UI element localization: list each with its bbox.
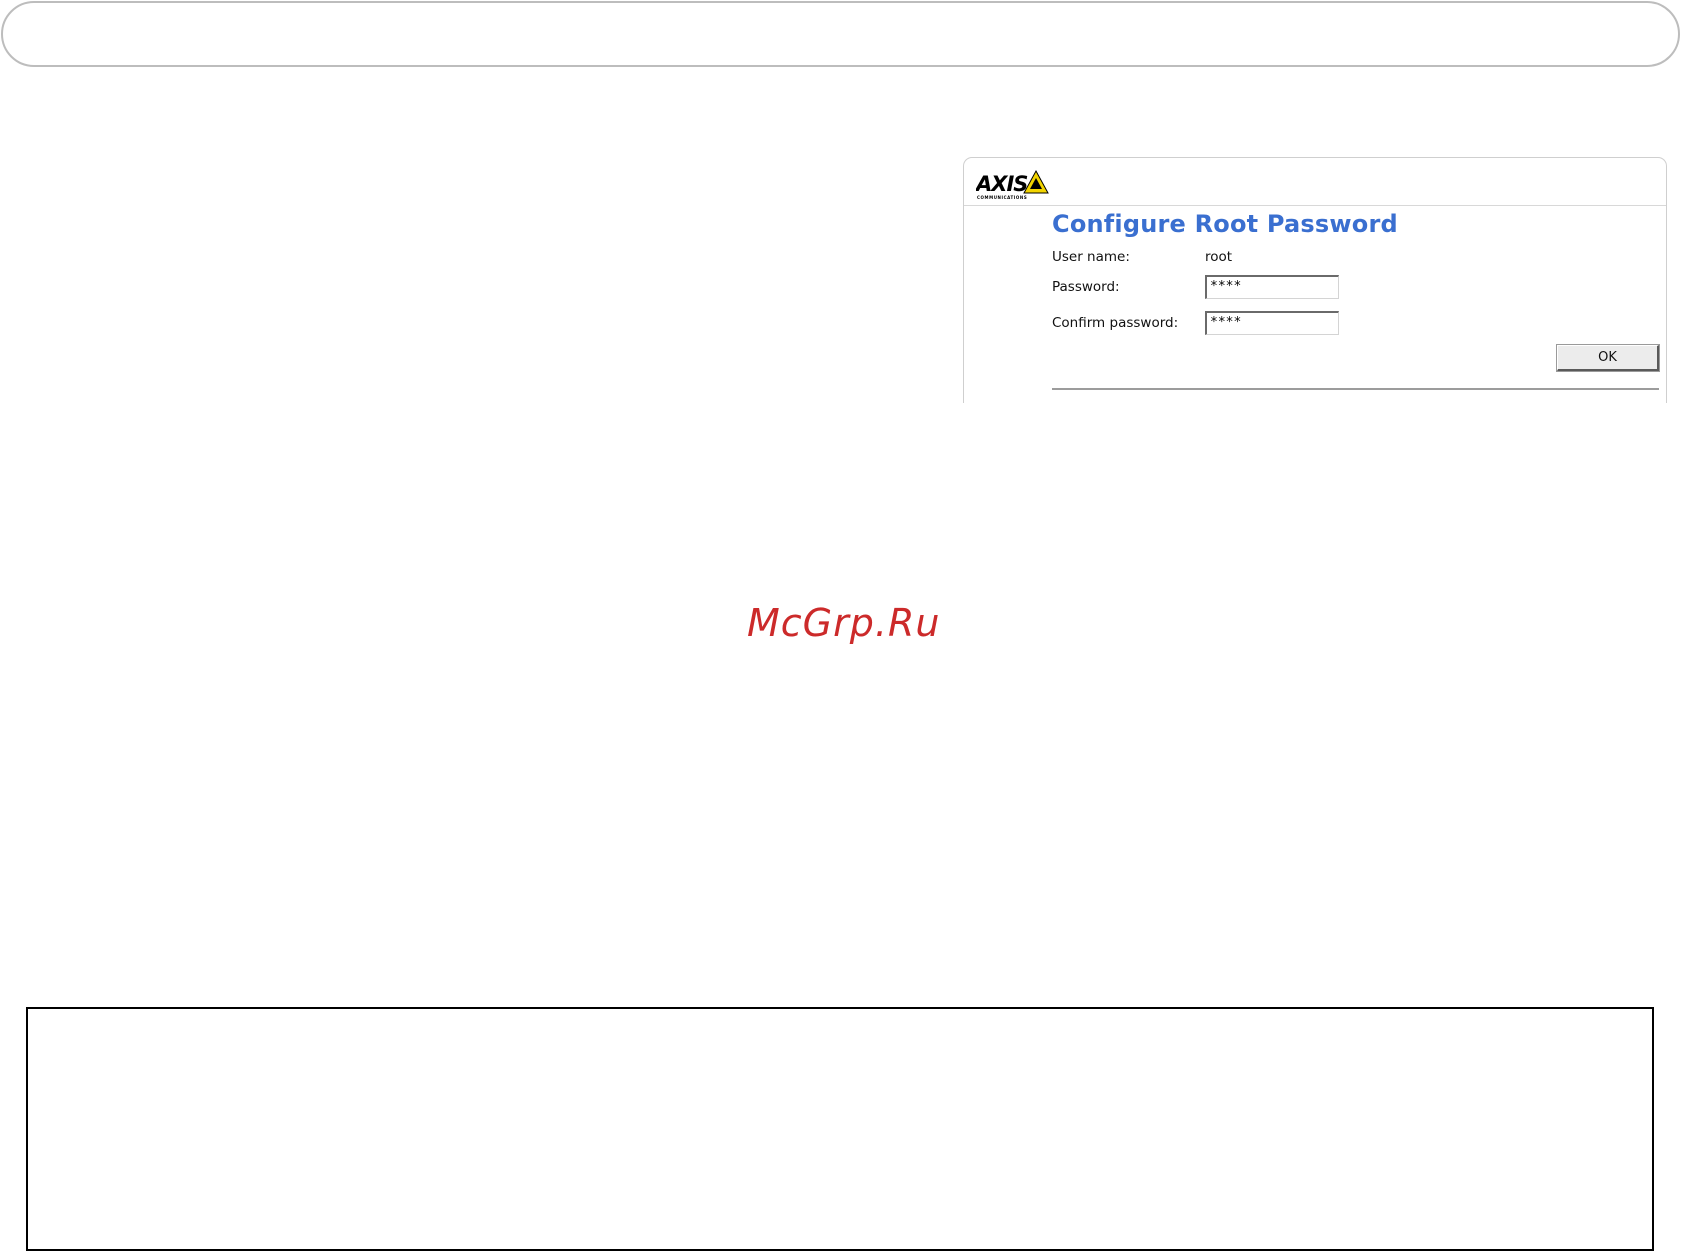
- top-banner: [1, 1, 1680, 67]
- bottom-box: [26, 1007, 1654, 1251]
- watermark-text: McGrp.Ru: [747, 601, 941, 645]
- password-label: Password:: [1052, 279, 1120, 295]
- axis-header: AXIS COMMUNICATIONS: [964, 158, 1666, 206]
- username-label: User name:: [1052, 249, 1130, 265]
- axis-brand-text: AXIS: [976, 172, 1027, 196]
- confirm-password-input[interactable]: ****: [1205, 311, 1339, 335]
- ok-button[interactable]: OK: [1556, 344, 1660, 372]
- page-title: Configure Root Password: [1052, 210, 1398, 238]
- username-value: root: [1205, 249, 1233, 265]
- axis-tagline-text: COMMUNICATIONS: [977, 195, 1027, 200]
- confirm-password-label: Confirm password:: [1052, 315, 1179, 331]
- password-input[interactable]: ****: [1205, 275, 1339, 299]
- form-divider: [1052, 388, 1659, 390]
- axis-logo: AXIS COMMUNICATIONS: [976, 169, 1066, 201]
- configure-root-password-window: AXIS COMMUNICATIONS Configure Root Passw…: [963, 157, 1667, 403]
